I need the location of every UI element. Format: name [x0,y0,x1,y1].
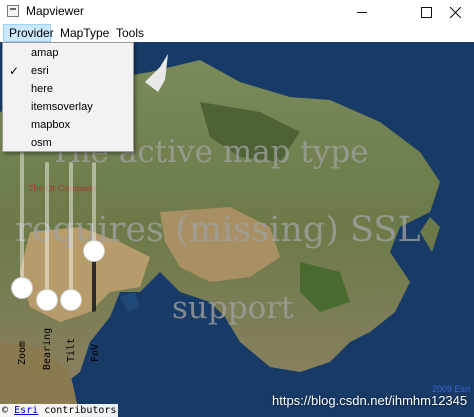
esri-link[interactable]: Esri [14,405,38,416]
provider-option-amap[interactable]: amap [3,44,133,62]
window-title: Mapviewer [26,4,85,18]
qt-company-label: The Qt Company [28,184,97,193]
zoom-slider-label: Zoom [17,340,28,365]
provider-option-esri[interactable]: ✓ esri [3,62,133,80]
close-icon [450,6,461,18]
provider-option-label: osm [31,137,52,149]
provider-dropdown-menu: amap ✓ esri here itemsoverlay mapbox osm [2,42,134,152]
bearing-slider-track[interactable] [45,162,49,292]
provider-option-label: mapbox [31,119,71,131]
provider-option-label: here [31,83,54,95]
zoom-slider-track[interactable] [20,152,24,292]
close-button[interactable] [437,0,474,24]
zoom-slider-handle[interactable] [11,277,33,299]
provider-option-here[interactable]: here [3,80,133,98]
ssl-warning-line-2: requires (missing) SSL [15,210,421,250]
fov-slider-fill [92,257,96,312]
ssl-warning-line-3: support [172,290,294,326]
menu-maptype[interactable]: MapType [55,24,114,42]
tilt-slider-label: Tilt [66,337,77,362]
checkmark-icon: ✓ [9,64,20,78]
tilt-slider-track[interactable] [69,162,73,292]
copyright-symbol: © [2,405,9,416]
menu-bar: Provider MapType Tools [0,24,474,42]
copyright-notice: © Esri contributors [0,404,119,417]
menu-provider[interactable]: Provider [3,24,54,42]
provider-option-label: itemsoverlay [31,101,93,113]
title-bar: Mapviewer [0,0,474,24]
minimize-button[interactable] [340,0,384,24]
menu-tools[interactable]: Tools [111,24,149,42]
provider-option-itemsoverlay[interactable]: itemsoverlay [3,98,133,116]
fov-slider-handle[interactable] [83,240,105,262]
provider-option-label: amap [31,47,59,59]
provider-option-osm[interactable]: osm [3,134,133,152]
provider-option-label: esri [31,65,49,77]
provider-option-mapbox[interactable]: mapbox [3,116,133,134]
tilt-slider-handle[interactable] [60,289,82,311]
copyright-rest: contributors [44,405,117,416]
watermark-url: https://blog.csdn.net/ihmhm12345 [272,393,468,408]
bearing-slider-handle[interactable] [36,289,58,311]
app-icon [7,5,19,17]
bearing-slider-label: Bearing [42,327,53,370]
fov-slider-label: FoV [90,343,101,362]
